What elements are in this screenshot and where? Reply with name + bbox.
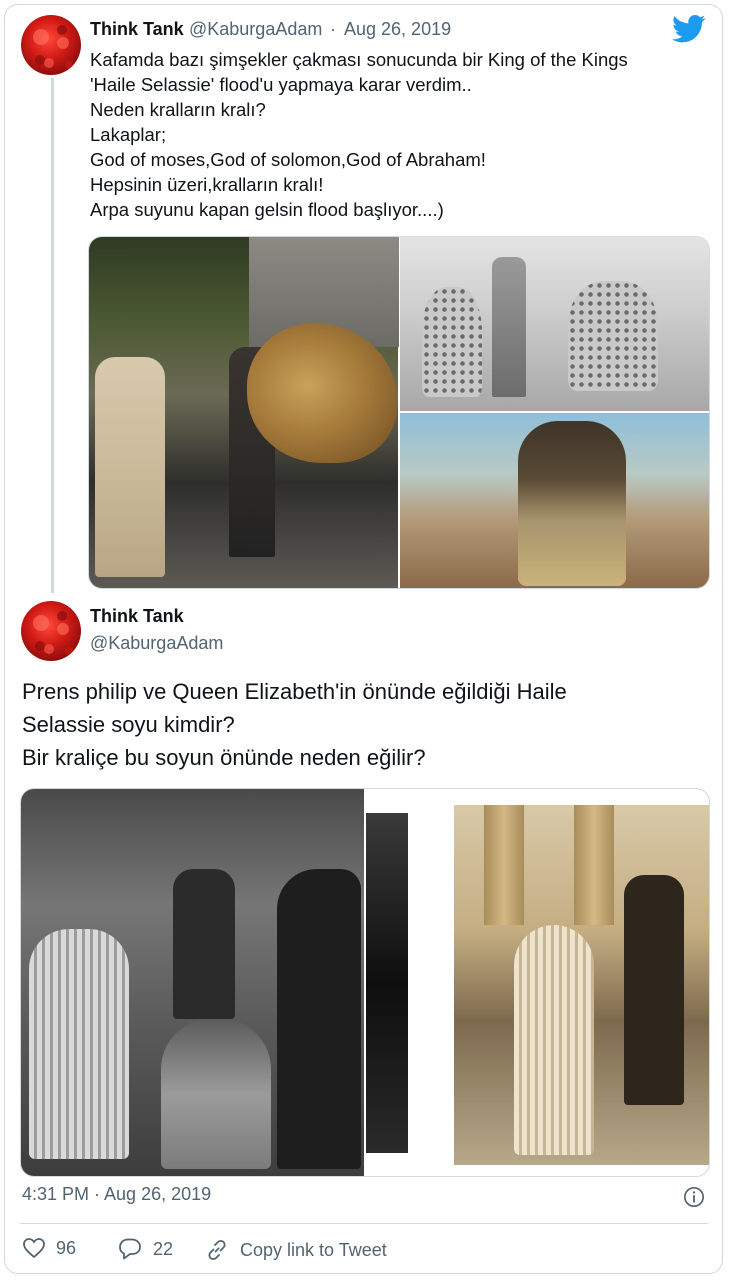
photo-bowing-bw[interactable] (21, 789, 364, 1176)
tweet-date[interactable]: Aug 26, 2019 (344, 19, 451, 40)
photo-strip (366, 813, 408, 1153)
separator-dot: · (330, 19, 336, 39)
photo-cheetahs[interactable] (400, 237, 709, 411)
reply-count: 22 (153, 1238, 174, 1259)
heart-icon (23, 1238, 45, 1259)
tweet2-text: Prens philip ve Queen Elizabeth'in önünd… (22, 675, 567, 774)
copy-link-button[interactable]: Copy link to Tweet (204, 1237, 387, 1263)
reply-icon (119, 1238, 141, 1260)
avatar[interactable] (21, 601, 81, 661)
like-button[interactable]: 96 (22, 1237, 76, 1259)
tweet-timestamp[interactable]: 4:31 PM · Aug 26, 2019 (22, 1184, 211, 1205)
tweet1-text: Kafamda bazı şimşekler çakması sonucunda… (90, 47, 628, 222)
tweet1-line: Arpa suyunu kapan gelsin flood başlıyor.… (90, 199, 444, 220)
avatar[interactable] (21, 15, 81, 75)
tweet1-line: Hepsinin üzeri,kralların kralı! (90, 174, 324, 195)
tweet1-media-grid (88, 236, 710, 589)
tweet1-line: Neden kralların kralı? (90, 99, 266, 120)
link-icon (208, 1239, 226, 1261)
photo-lion[interactable] (89, 237, 399, 588)
author-handle[interactable]: @KaburgaAdam (189, 19, 322, 40)
tweet1-line: Kafamda bazı şimşekler çakması sonucunda… (90, 49, 628, 70)
photo-portrait[interactable] (400, 413, 709, 588)
tweet1-line: 'Haile Selassie' flood'u yapmaya karar v… (90, 74, 472, 95)
thread-line (51, 78, 54, 593)
tweet2-media[interactable] (20, 788, 710, 1177)
like-count: 96 (56, 1237, 77, 1258)
twitter-bird-icon[interactable] (672, 14, 706, 44)
copy-link-label: Copy link to Tweet (240, 1239, 387, 1260)
tweet2-line: Selassie soyu kimdir? (22, 712, 235, 737)
author-name[interactable]: Think Tank (90, 606, 184, 627)
photo-bowing-sepia[interactable] (454, 805, 709, 1165)
reply-button[interactable]: 22 (117, 1237, 173, 1261)
author-handle[interactable]: @KaburgaAdam (90, 633, 223, 654)
tweet1-line: God of moses,God of solomon,God of Abrah… (90, 149, 486, 170)
tweet2-line: Bir kraliçe bu soyun önünde neden eğilir… (22, 745, 426, 770)
tweet1-line: Lakaplar; (90, 124, 167, 145)
divider (20, 1223, 708, 1224)
info-icon[interactable] (683, 1186, 705, 1208)
author-name[interactable]: Think Tank (90, 19, 184, 40)
tweet2-line: Prens philip ve Queen Elizabeth'in önünd… (22, 679, 567, 704)
